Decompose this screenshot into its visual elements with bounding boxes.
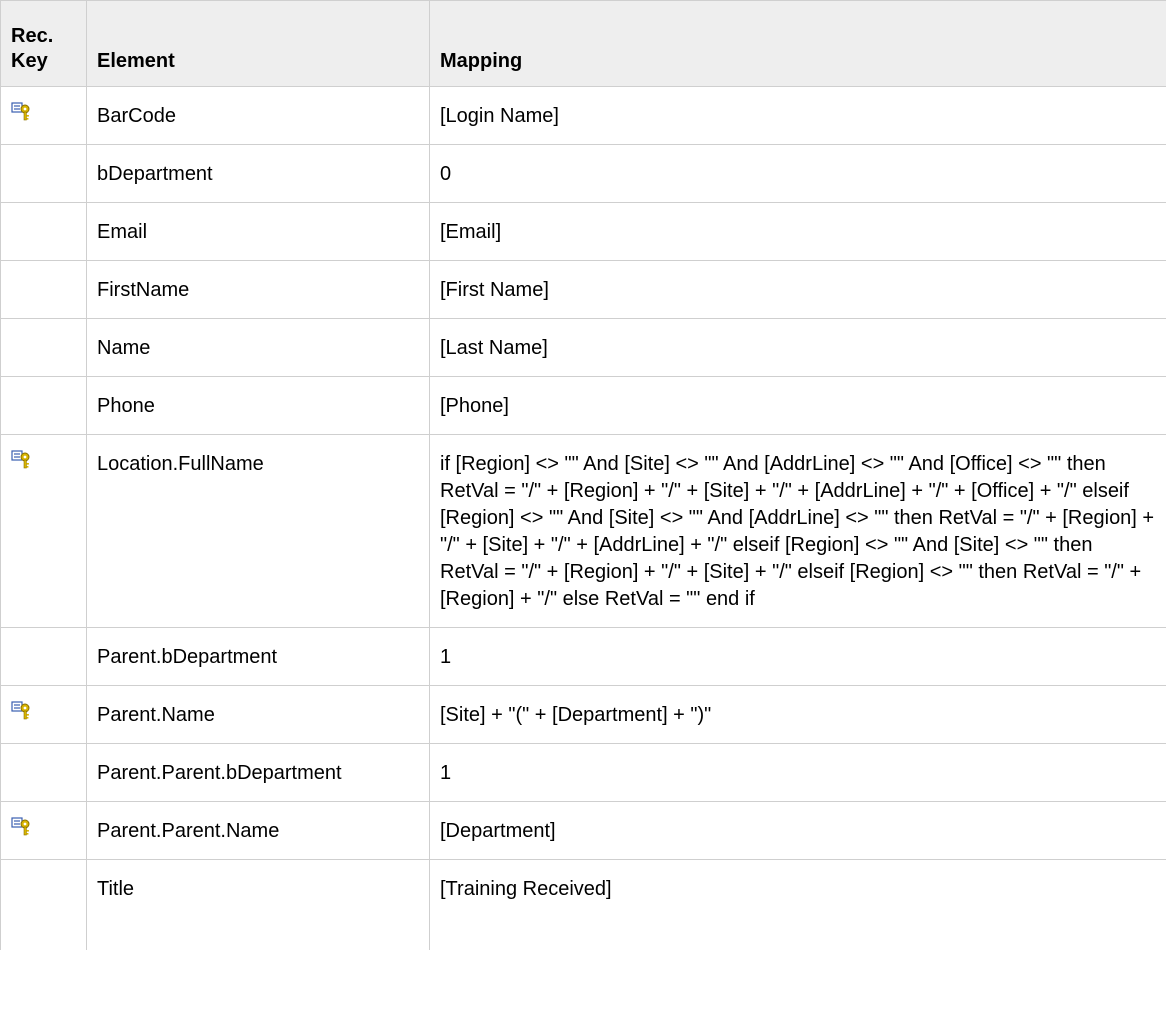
mapping-value: [Phone] bbox=[440, 395, 509, 417]
header-rec-key-label: Rec. Key bbox=[11, 25, 54, 72]
mapping-value: [First Name] bbox=[440, 279, 549, 301]
element-name: Parent.Name bbox=[97, 704, 215, 726]
element-cell: Email bbox=[86, 202, 430, 261]
mapping-cell: 1 bbox=[429, 627, 1166, 686]
rec-key-cell bbox=[0, 260, 87, 319]
mapping-cell: 1 bbox=[429, 743, 1166, 802]
mapping-value: 1 bbox=[440, 646, 452, 668]
mapping-cell: [First Name] bbox=[429, 260, 1166, 319]
mapping-cell: [Email] bbox=[429, 202, 1166, 261]
rec-key-cell bbox=[0, 685, 87, 744]
mapping-value: 1 bbox=[440, 762, 452, 784]
header-row: Rec. Key Element Mapping bbox=[0, 0, 1166, 87]
rec-key-cell bbox=[0, 801, 87, 860]
rec-key-cell bbox=[0, 627, 87, 686]
mapping-value: [Training Received] bbox=[440, 878, 612, 900]
element-name: Email bbox=[97, 221, 148, 243]
mapping-value: [Login Name] bbox=[440, 105, 559, 127]
mapping-value: if [Region] <> "" And [Site] <> "" And [… bbox=[440, 453, 1155, 610]
reconciliation-key-icon bbox=[11, 817, 30, 836]
element-cell: Parent.Name bbox=[86, 685, 430, 744]
element-cell: Location.FullName bbox=[86, 434, 430, 628]
table-row: BarCode [Login Name] bbox=[0, 86, 1166, 145]
element-cell: Parent.Parent.Name bbox=[86, 801, 430, 860]
element-name: Phone bbox=[97, 395, 155, 417]
element-name: Name bbox=[97, 337, 151, 359]
table-row: Location.FullName if [Region] <> "" And … bbox=[0, 434, 1166, 628]
element-cell: BarCode bbox=[86, 86, 430, 145]
mapping-cell: [Last Name] bbox=[429, 318, 1166, 377]
table-body: BarCode [Login Name] bDepartment 0 Email… bbox=[0, 86, 1166, 950]
element-name: bDepartment bbox=[97, 163, 213, 185]
header-mapping: Mapping bbox=[429, 0, 1166, 87]
mapping-cell: 0 bbox=[429, 144, 1166, 203]
element-cell: Parent.Parent.bDepartment bbox=[86, 743, 430, 802]
rec-key-cell bbox=[0, 434, 87, 628]
rec-key-cell bbox=[0, 376, 87, 435]
element-name: BarCode bbox=[97, 105, 176, 127]
table-row: FirstName [First Name] bbox=[0, 260, 1166, 319]
mapping-table: Rec. Key Element Mapping BarCode [Login N… bbox=[0, 0, 1166, 950]
reconciliation-key-icon bbox=[11, 701, 30, 720]
rec-key-cell bbox=[0, 743, 87, 802]
reconciliation-key-icon bbox=[11, 450, 30, 469]
mapping-cell: [Phone] bbox=[429, 376, 1166, 435]
table-row: bDepartment 0 bbox=[0, 144, 1166, 203]
element-cell: bDepartment bbox=[86, 144, 430, 203]
reconciliation-key-icon bbox=[11, 102, 30, 121]
mapping-cell: [Training Received] bbox=[429, 859, 1166, 950]
header-element: Element bbox=[86, 0, 430, 87]
table-row: Email [Email] bbox=[0, 202, 1166, 261]
element-cell: Title bbox=[86, 859, 430, 950]
mapping-value: 0 bbox=[440, 163, 452, 185]
mapping-cell: if [Region] <> "" And [Site] <> "" And [… bbox=[429, 434, 1166, 628]
element-cell: Name bbox=[86, 318, 430, 377]
rec-key-cell bbox=[0, 318, 87, 377]
table-row: Parent.bDepartment 1 bbox=[0, 627, 1166, 686]
element-name: FirstName bbox=[97, 279, 190, 301]
element-name: Parent.Parent.Name bbox=[97, 820, 280, 842]
element-name: Title bbox=[97, 878, 135, 900]
header-rec-key: Rec. Key bbox=[0, 0, 87, 87]
rec-key-cell bbox=[0, 202, 87, 261]
table-row: Parent.Parent.bDepartment 1 bbox=[0, 743, 1166, 802]
table-row: Parent.Parent.Name [Department] bbox=[0, 801, 1166, 860]
mapping-value: [Site] + "(" + [Department] + ")" bbox=[440, 704, 712, 726]
rec-key-cell bbox=[0, 86, 87, 145]
mapping-value: [Department] bbox=[440, 820, 556, 842]
mapping-cell: [Site] + "(" + [Department] + ")" bbox=[429, 685, 1166, 744]
element-cell: FirstName bbox=[86, 260, 430, 319]
element-cell: Phone bbox=[86, 376, 430, 435]
mapping-cell: [Login Name] bbox=[429, 86, 1166, 145]
mapping-value: [Last Name] bbox=[440, 337, 548, 359]
element-cell: Parent.bDepartment bbox=[86, 627, 430, 686]
table-row: Phone [Phone] bbox=[0, 376, 1166, 435]
mapping-value: [Email] bbox=[440, 221, 502, 243]
element-name: Location.FullName bbox=[97, 453, 264, 475]
mapping-cell: [Department] bbox=[429, 801, 1166, 860]
table-row: Title [Training Received] bbox=[0, 859, 1166, 950]
rec-key-cell bbox=[0, 859, 87, 950]
rec-key-cell bbox=[0, 144, 87, 203]
table-row: Name [Last Name] bbox=[0, 318, 1166, 377]
element-name: Parent.bDepartment bbox=[97, 646, 278, 668]
table-row: Parent.Name [Site] + "(" + [Department] … bbox=[0, 685, 1166, 744]
table-header: Rec. Key Element Mapping bbox=[0, 0, 1166, 87]
element-name: Parent.Parent.bDepartment bbox=[97, 762, 342, 784]
